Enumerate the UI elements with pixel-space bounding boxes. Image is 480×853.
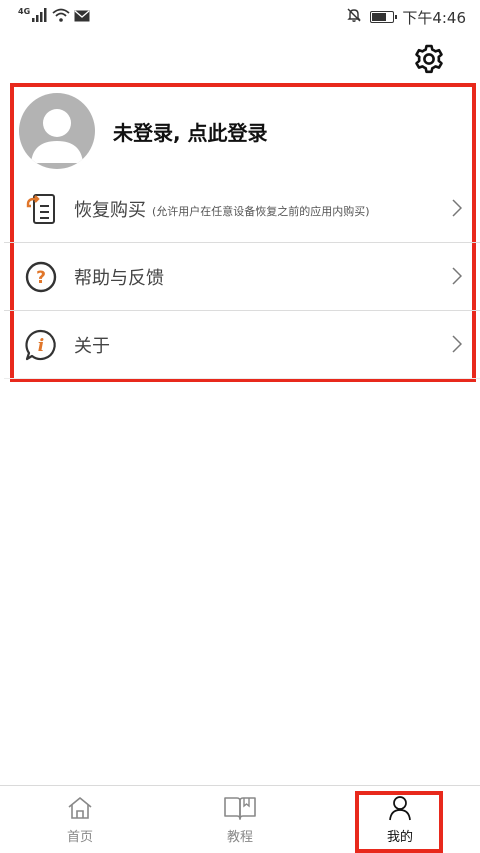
profile-panel: 未登录, 点此登录 恢复购买 (允许用户在任意设备恢复之前的应用内购买) ? 帮…	[4, 83, 480, 382]
user-icon	[388, 794, 412, 822]
restore-purchase-icon	[24, 192, 58, 226]
menu-item-restore-purchase[interactable]: 恢复购买 (允许用户在任意设备恢复之前的应用内购买)	[4, 175, 480, 243]
status-left: 4G	[18, 6, 90, 26]
home-icon	[67, 794, 93, 822]
info-icon: i	[24, 328, 58, 362]
menu-item-label: 关于	[74, 335, 110, 357]
login-prompt[interactable]: 未登录, 点此登录	[113, 117, 268, 146]
menu-item-help-feedback[interactable]: ? 帮助与反馈	[4, 243, 480, 311]
nav-item-mine[interactable]: 我的	[320, 786, 480, 853]
nav-label: 首页	[66, 830, 93, 845]
nav-label: 我的	[386, 830, 413, 845]
mute-bell-icon	[346, 7, 362, 27]
mail-icon	[74, 8, 90, 26]
chevron-right-icon	[452, 335, 463, 357]
help-icon: ?	[24, 260, 58, 294]
login-row[interactable]: 未登录, 点此登录	[14, 87, 472, 175]
bottom-nav: 首页 教程 我的	[0, 785, 480, 853]
menu-list: 恢复购买 (允许用户在任意设备恢复之前的应用内购买) ? 帮助与反馈 i 关于	[4, 175, 480, 379]
chevron-right-icon	[452, 267, 463, 289]
nav-label: 教程	[226, 830, 253, 845]
gear-icon	[413, 43, 445, 79]
nav-item-tutorial[interactable]: 教程	[160, 786, 320, 853]
battery-icon	[370, 11, 398, 23]
status-right: 下午4:46	[346, 7, 466, 28]
svg-text:i: i	[38, 336, 44, 356]
status-time: 下午4:46	[402, 8, 466, 27]
signal-icon	[32, 8, 48, 26]
nav-item-home[interactable]: 首页	[0, 786, 160, 853]
svg-text:?: ?	[36, 268, 46, 288]
book-icon	[223, 794, 257, 822]
menu-item-label: 帮助与反馈	[74, 267, 164, 289]
network-type: 4G	[18, 6, 31, 16]
status-bar: 4G 下午4:46	[0, 0, 480, 34]
menu-item-label: 恢复购买	[74, 199, 146, 221]
wifi-icon	[52, 8, 70, 26]
avatar[interactable]	[19, 93, 95, 169]
menu-item-note: (允许用户在任意设备恢复之前的应用内购买)	[152, 204, 370, 218]
settings-button[interactable]	[412, 44, 446, 78]
menu-item-about[interactable]: i 关于	[4, 311, 480, 379]
chevron-right-icon	[452, 199, 463, 221]
